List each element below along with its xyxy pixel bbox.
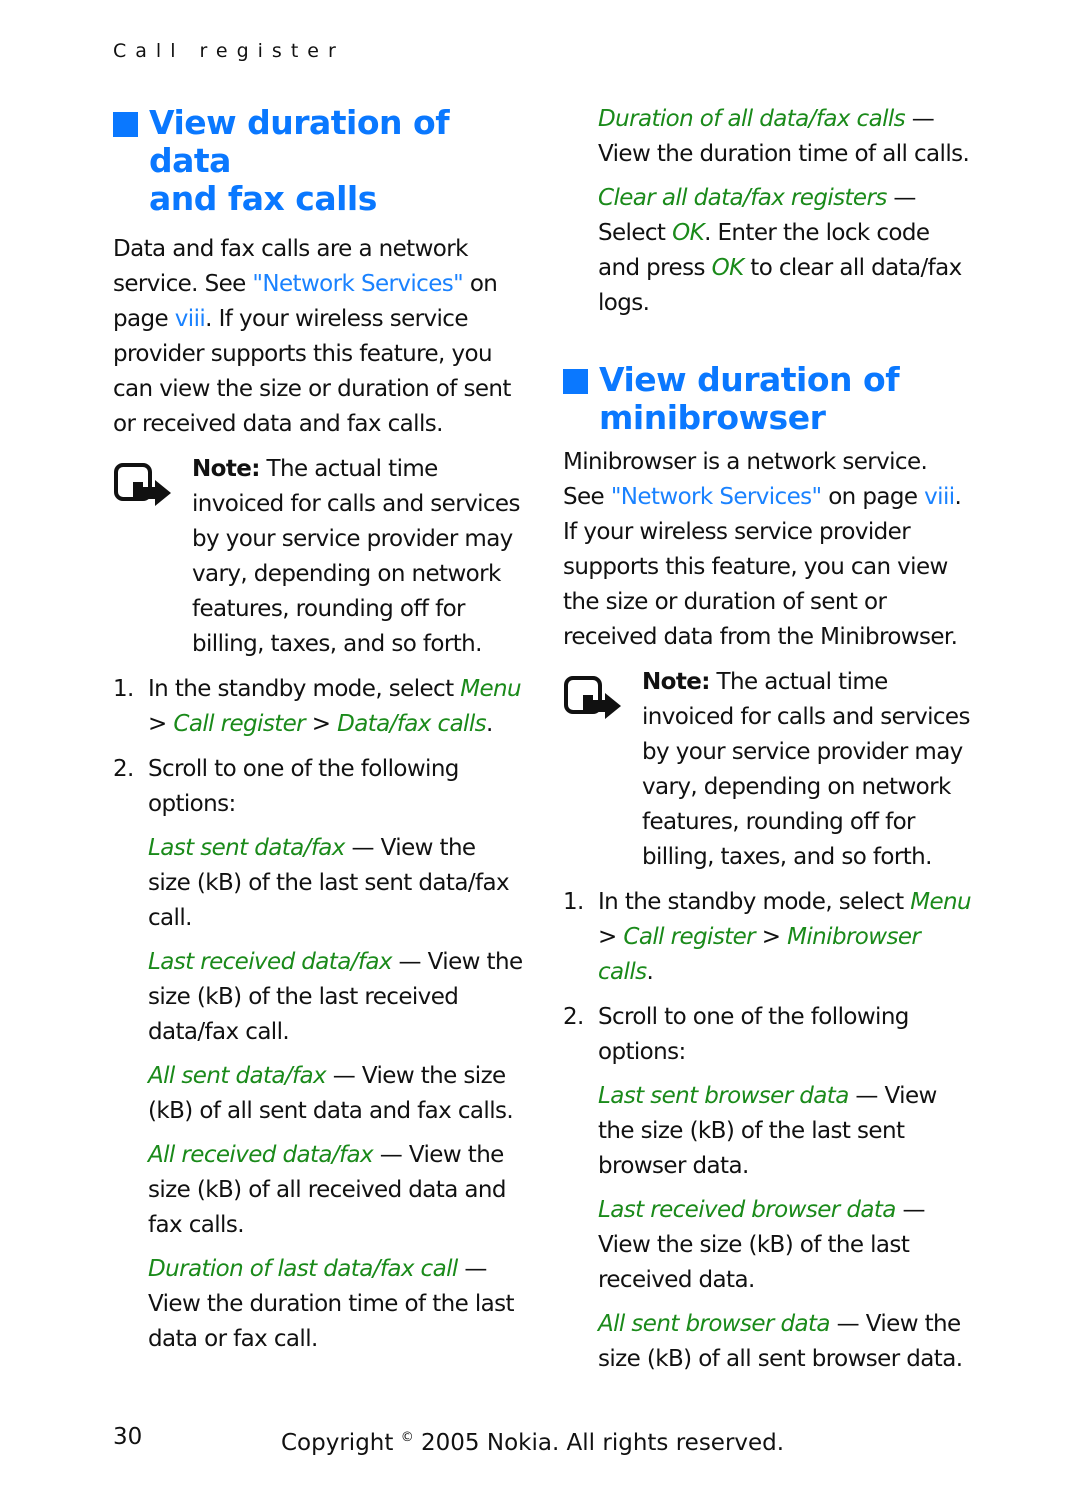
option-item: Last sent browser data — View the size (… <box>563 1079 973 1184</box>
option-item: Last received browser data — View the si… <box>563 1193 973 1298</box>
step-number: 2. <box>563 1004 584 1030</box>
copyright-text: Copyright <box>281 1430 401 1456</box>
option-name: Last received browser data <box>598 1197 896 1223</box>
page-viii-link[interactable]: viii <box>175 306 206 332</box>
step-text: Scroll to one of the following options: <box>598 1004 909 1065</box>
option-item: All sent browser data — View the size (k… <box>563 1307 973 1377</box>
left-column: View duration of data and fax calls Data… <box>113 100 523 1357</box>
option-name: All received data/fax <box>148 1142 374 1168</box>
option-name: Clear all data/fax registers <box>598 185 887 211</box>
step-2: 2. Scroll to one of the following option… <box>113 752 523 822</box>
network-services-link[interactable]: "Network Services" <box>252 271 463 297</box>
option-name: Last sent browser data <box>598 1083 849 1109</box>
note-block: Note: The actual time invoiced for calls… <box>563 665 973 875</box>
step-text: In the standby mode, select <box>148 676 461 702</box>
section-heading-minibrowser: View duration of minibrowser <box>563 361 973 437</box>
ok-softkey: OK <box>672 220 705 246</box>
note-icon <box>564 676 621 719</box>
heading-bullet-icon <box>113 112 138 137</box>
heading-bullet-icon <box>563 369 588 394</box>
heading-line: minibrowser <box>599 398 826 437</box>
heading-line: View duration of <box>599 360 900 399</box>
step-end: . <box>486 711 493 737</box>
copyright-text: 2005 Nokia. All rights reserved. <box>413 1430 785 1456</box>
note-text: The actual time invoiced for calls and s… <box>642 669 970 870</box>
path-separator: > <box>305 711 338 737</box>
ok-softkey: OK <box>711 255 745 281</box>
option-item: Duration of all data/fax calls — View th… <box>563 102 973 172</box>
option-name: All sent browser data <box>598 1311 831 1337</box>
path-separator: > <box>148 711 174 737</box>
menu-path-item: Data/fax calls <box>337 711 487 737</box>
step-2: 2. Scroll to one of the following option… <box>563 1000 973 1070</box>
step-end: . <box>646 959 654 985</box>
step-text: In the standby mode, select <box>598 889 911 915</box>
section-heading-data-fax: View duration of data and fax calls <box>113 104 523 218</box>
note-label: Note: <box>642 669 710 695</box>
page-viii-link[interactable]: viii <box>924 484 955 510</box>
option-item: Last received data/fax — View the size (… <box>113 945 523 1050</box>
option-name: All sent data/fax <box>148 1063 327 1089</box>
intro-paragraph: Data and fax calls are a network service… <box>113 232 523 442</box>
menu-path-item: Menu <box>460 676 521 702</box>
intro-paragraph: Minibrowser is a network service. See "N… <box>563 445 973 655</box>
note-icon <box>114 463 171 506</box>
step-number: 1. <box>563 889 584 915</box>
intro-text: on page <box>821 484 925 510</box>
network-services-link[interactable]: "Network Services" <box>611 484 822 510</box>
page-number: 30 <box>113 1424 143 1450</box>
option-item: Duration of last data/fax call — View th… <box>113 1252 523 1357</box>
note-label: Note: <box>192 456 260 482</box>
step-1: 1. In the standby mode, select Menu > Ca… <box>113 672 523 742</box>
note-block: Note: The actual time invoiced for calls… <box>113 452 523 662</box>
menu-path-item: Call register <box>173 711 306 737</box>
heading-line: View duration of data <box>149 103 450 180</box>
option-name: Last sent data/fax <box>148 835 345 861</box>
right-column: Duration of all data/fax calls — View th… <box>563 100 973 1377</box>
option-name: Duration of last data/fax call <box>148 1256 458 1282</box>
heading-line: and fax calls <box>149 179 377 218</box>
option-item: All sent data/fax — View the size (kB) o… <box>113 1059 523 1129</box>
menu-path-item: Menu <box>910 889 971 915</box>
option-name: Duration of all data/fax calls <box>598 106 906 132</box>
step-text: Scroll to one of the following options: <box>148 756 459 817</box>
copyright-notice: Copyright © 2005 Nokia. All rights reser… <box>281 1420 784 1461</box>
menu-path-item: Call register <box>623 924 756 950</box>
option-name: Last received data/fax <box>148 949 392 975</box>
copyright-symbol: © <box>400 1430 414 1445</box>
option-item-clear: Clear all data/fax registers — Select OK… <box>563 181 973 321</box>
option-item: All received data/fax — View the size (k… <box>113 1138 523 1243</box>
step-number: 2. <box>113 756 134 782</box>
path-separator: > <box>755 924 788 950</box>
running-head: Call register <box>113 40 345 62</box>
step-1: 1. In the standby mode, select Menu > Ca… <box>563 885 973 990</box>
path-separator: > <box>598 924 624 950</box>
note-text: The actual time invoiced for calls and s… <box>192 456 520 657</box>
step-number: 1. <box>113 676 134 702</box>
option-item: Last sent data/fax — View the size (kB) … <box>113 831 523 936</box>
